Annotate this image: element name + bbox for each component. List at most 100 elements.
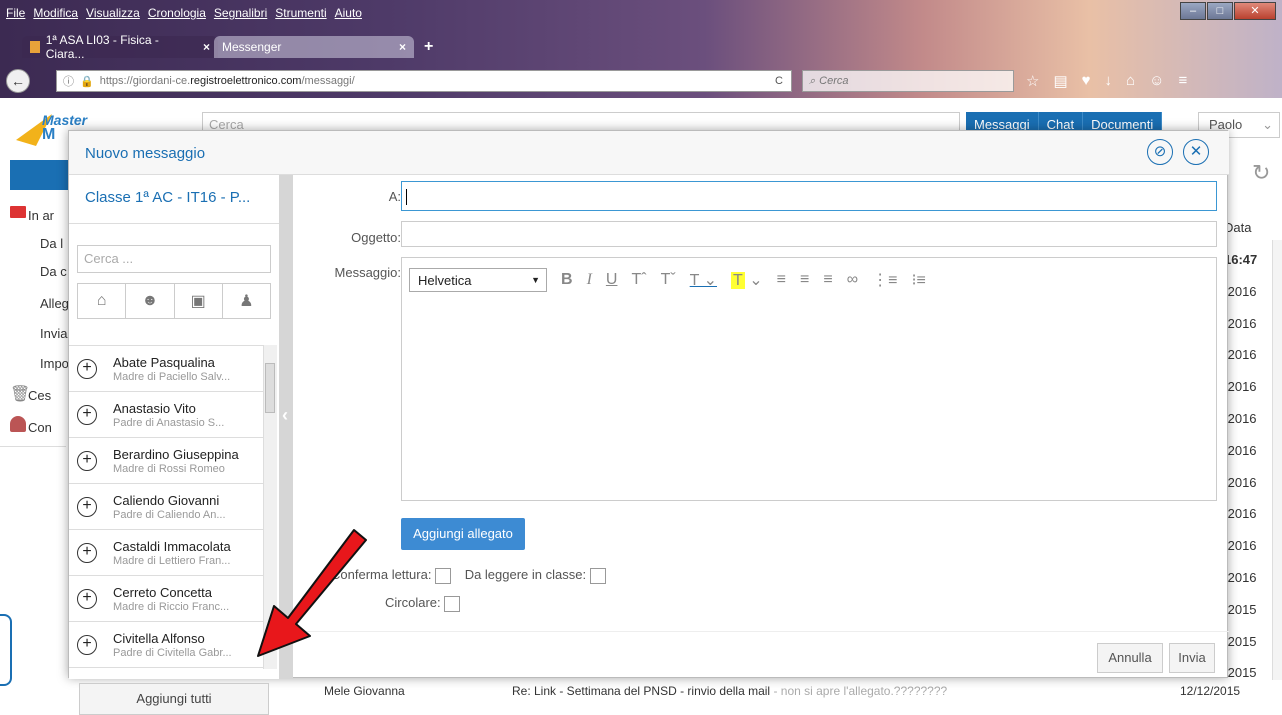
menu-cronologia[interactable]: Cronologia bbox=[148, 6, 206, 20]
new-tab-icon[interactable]: + bbox=[424, 38, 433, 56]
send-button[interactable]: Invia bbox=[1169, 643, 1215, 673]
underline-icon[interactable]: U bbox=[606, 271, 618, 289]
list-item[interactable]: + Abate Pasqualina Madre di Paciello Salv.… bbox=[69, 346, 263, 392]
list-item[interactable]: + Castaldi Immacolata Madre di Lettiero Fr… bbox=[69, 530, 263, 576]
add-recipient-icon[interactable]: + bbox=[77, 589, 97, 609]
subscript-icon[interactable]: Tˇ bbox=[661, 271, 676, 289]
italic-icon[interactable]: I bbox=[587, 271, 592, 289]
date-cell: /2016 bbox=[1224, 347, 1257, 363]
list-item[interactable]: + Anastasio Vito Padre di Anastasio S... bbox=[69, 392, 263, 438]
nav-item[interactable]: Alleg bbox=[40, 296, 69, 311]
date-cell: /2016 bbox=[1224, 411, 1257, 426]
add-recipient-icon[interactable]: + bbox=[77, 359, 97, 379]
close-window-icon[interactable]: ✕ bbox=[1234, 2, 1276, 20]
circular-label: Circolare: bbox=[385, 595, 441, 610]
add-attachment-button[interactable]: Aggiungi allegato bbox=[401, 518, 525, 550]
add-all-button[interactable]: Aggiungi tutti bbox=[79, 683, 269, 715]
close-icon[interactable]: ✕ bbox=[1183, 139, 1209, 165]
side-handle[interactable] bbox=[0, 614, 12, 686]
tab-fisica[interactable]: 1ª ASA LI03 - Fisica - Ciara... × bbox=[22, 33, 218, 61]
logo-text-2: M bbox=[42, 126, 56, 143]
align-right-icon[interactable]: ≡ bbox=[823, 271, 832, 289]
maximize-icon[interactable]: □ bbox=[1207, 2, 1233, 20]
highlight-icon[interactable]: T ⌄ bbox=[731, 270, 763, 290]
to-input[interactable] bbox=[401, 181, 1217, 211]
browser-search[interactable]: ⌕ Cerca bbox=[802, 70, 1014, 92]
text-color-icon[interactable]: T ⌄ bbox=[690, 270, 717, 290]
reading-list-icon[interactable]: ▤ bbox=[1053, 72, 1067, 90]
recipient-search-input[interactable]: Cerca ... bbox=[77, 245, 271, 273]
superscript-icon[interactable]: Tˆ bbox=[631, 271, 646, 289]
col-header-date[interactable]: Data bbox=[1224, 220, 1251, 235]
add-recipient-icon[interactable]: + bbox=[77, 543, 97, 563]
list-item[interactable]: + Berardino Giuseppina Madre di Rossi Rome… bbox=[69, 438, 263, 484]
subject-input[interactable] bbox=[401, 221, 1217, 247]
tab-close-icon[interactable]: × bbox=[203, 40, 210, 54]
bold-icon[interactable]: B bbox=[561, 271, 573, 289]
contact-relation: Padre di Anastasio S... bbox=[113, 417, 225, 429]
nav-item[interactable]: Invia bbox=[40, 326, 67, 341]
nav-bar: ← ⓘ 🔒 https://giordani-ce.registroelettr… bbox=[0, 64, 1282, 98]
circular-checkbox[interactable] bbox=[444, 595, 461, 612]
url-bar[interactable]: ⓘ 🔒 https://giordani-ce.registroelettron… bbox=[56, 70, 792, 92]
ordered-list-icon[interactable]: ⋮≡ bbox=[872, 270, 897, 290]
refresh-icon[interactable]: ↻ bbox=[1252, 160, 1270, 186]
class-selector[interactable]: Classe 1ª AC - IT16 - P... bbox=[85, 189, 250, 206]
add-recipient-icon[interactable]: + bbox=[77, 497, 97, 517]
add-recipient-icon[interactable]: + bbox=[77, 451, 97, 471]
link-icon[interactable]: ∞ bbox=[847, 271, 858, 289]
tab-messenger[interactable]: Messenger × bbox=[214, 36, 414, 58]
add-recipient-icon[interactable]: + bbox=[77, 405, 97, 425]
board-icon[interactable]: ▣ bbox=[175, 284, 223, 318]
minimize-modal-icon[interactable]: ⊘ bbox=[1147, 139, 1173, 165]
list-item[interactable]: + Caliendo Giovanni Padre di Caliendo An..… bbox=[69, 484, 263, 530]
align-left-icon[interactable]: ≡ bbox=[777, 271, 786, 289]
menu-aiuto[interactable]: Aiuto bbox=[335, 6, 362, 20]
scroll-thumb[interactable] bbox=[265, 363, 275, 413]
nav-item[interactable]: Impo bbox=[40, 356, 69, 371]
star-icon[interactable]: ☆ bbox=[1026, 72, 1039, 90]
menu-file[interactable]: File bbox=[6, 6, 25, 20]
minimize-icon[interactable]: – bbox=[1180, 2, 1206, 20]
group-icon[interactable]: ☻ bbox=[126, 284, 175, 318]
pocket-icon[interactable]: ♥ bbox=[1082, 72, 1091, 90]
tab-close-icon[interactable]: × bbox=[399, 40, 406, 54]
hamburger-icon[interactable]: ≡ bbox=[1178, 72, 1187, 90]
menu-modifica[interactable]: Modifica bbox=[33, 6, 78, 20]
font-select[interactable]: Helvetica ▼ bbox=[409, 268, 547, 292]
read-in-class-checkbox[interactable] bbox=[589, 567, 606, 584]
category-tabs: ⌂ ☻ ▣ ♟ bbox=[77, 283, 271, 319]
table-row[interactable]: ★ Mele Giovanna Re: Link - Settimana del… bbox=[208, 680, 1278, 702]
menu-visualizza[interactable]: Visualizza bbox=[86, 6, 140, 20]
nav-item[interactable]: Da l bbox=[40, 236, 63, 251]
tab-bar: 1ª ASA LI03 - Fisica - Ciara... × Messen… bbox=[0, 30, 1282, 61]
align-center-icon[interactable]: ≡ bbox=[800, 271, 809, 289]
home-icon[interactable]: ⌂ bbox=[1126, 72, 1135, 90]
cancel-button[interactable]: Annulla bbox=[1097, 643, 1163, 673]
confirm-read-checkbox[interactable] bbox=[435, 567, 452, 584]
date-cell: /2015 bbox=[1224, 633, 1257, 649]
nav-item[interactable]: Da c bbox=[40, 264, 67, 279]
url-text: https://giordani-ce.registroelettronico.… bbox=[99, 75, 355, 87]
download-icon[interactable]: ↓ bbox=[1105, 72, 1113, 90]
contact-relation: Padre di Caliendo An... bbox=[113, 509, 226, 521]
nav-trash[interactable]: Ces bbox=[28, 388, 51, 403]
scrollbar[interactable] bbox=[1272, 240, 1282, 680]
back-icon[interactable]: ← bbox=[6, 69, 30, 93]
person-icon[interactable]: ♟ bbox=[223, 284, 270, 318]
nav-inbox[interactable]: In ar bbox=[28, 208, 54, 223]
menu-segnalibri[interactable]: Segnalibri bbox=[214, 6, 267, 20]
nav-contacts[interactable]: Con bbox=[28, 420, 52, 435]
list-item[interactable]: + Cerreto Concetta Madre di Riccio Franc..… bbox=[69, 576, 263, 622]
emoji-icon[interactable]: ☺ bbox=[1149, 72, 1164, 90]
reload-icon[interactable]: C bbox=[775, 75, 783, 87]
unordered-list-icon[interactable]: ⁝≡ bbox=[911, 270, 925, 290]
to-label: A: bbox=[388, 189, 401, 204]
list-item[interactable]: + Civitella Alfonso Padre di Civitella Gab… bbox=[69, 622, 263, 668]
add-recipient-icon[interactable]: + bbox=[77, 635, 97, 655]
dropdown-icon: ▼ bbox=[531, 275, 540, 285]
date-cell: 16:47 bbox=[1224, 252, 1258, 267]
menu-strumenti[interactable]: Strumenti bbox=[275, 6, 326, 20]
red-arrow-annotation bbox=[257, 529, 367, 657]
school-icon[interactable]: ⌂ bbox=[78, 284, 127, 318]
